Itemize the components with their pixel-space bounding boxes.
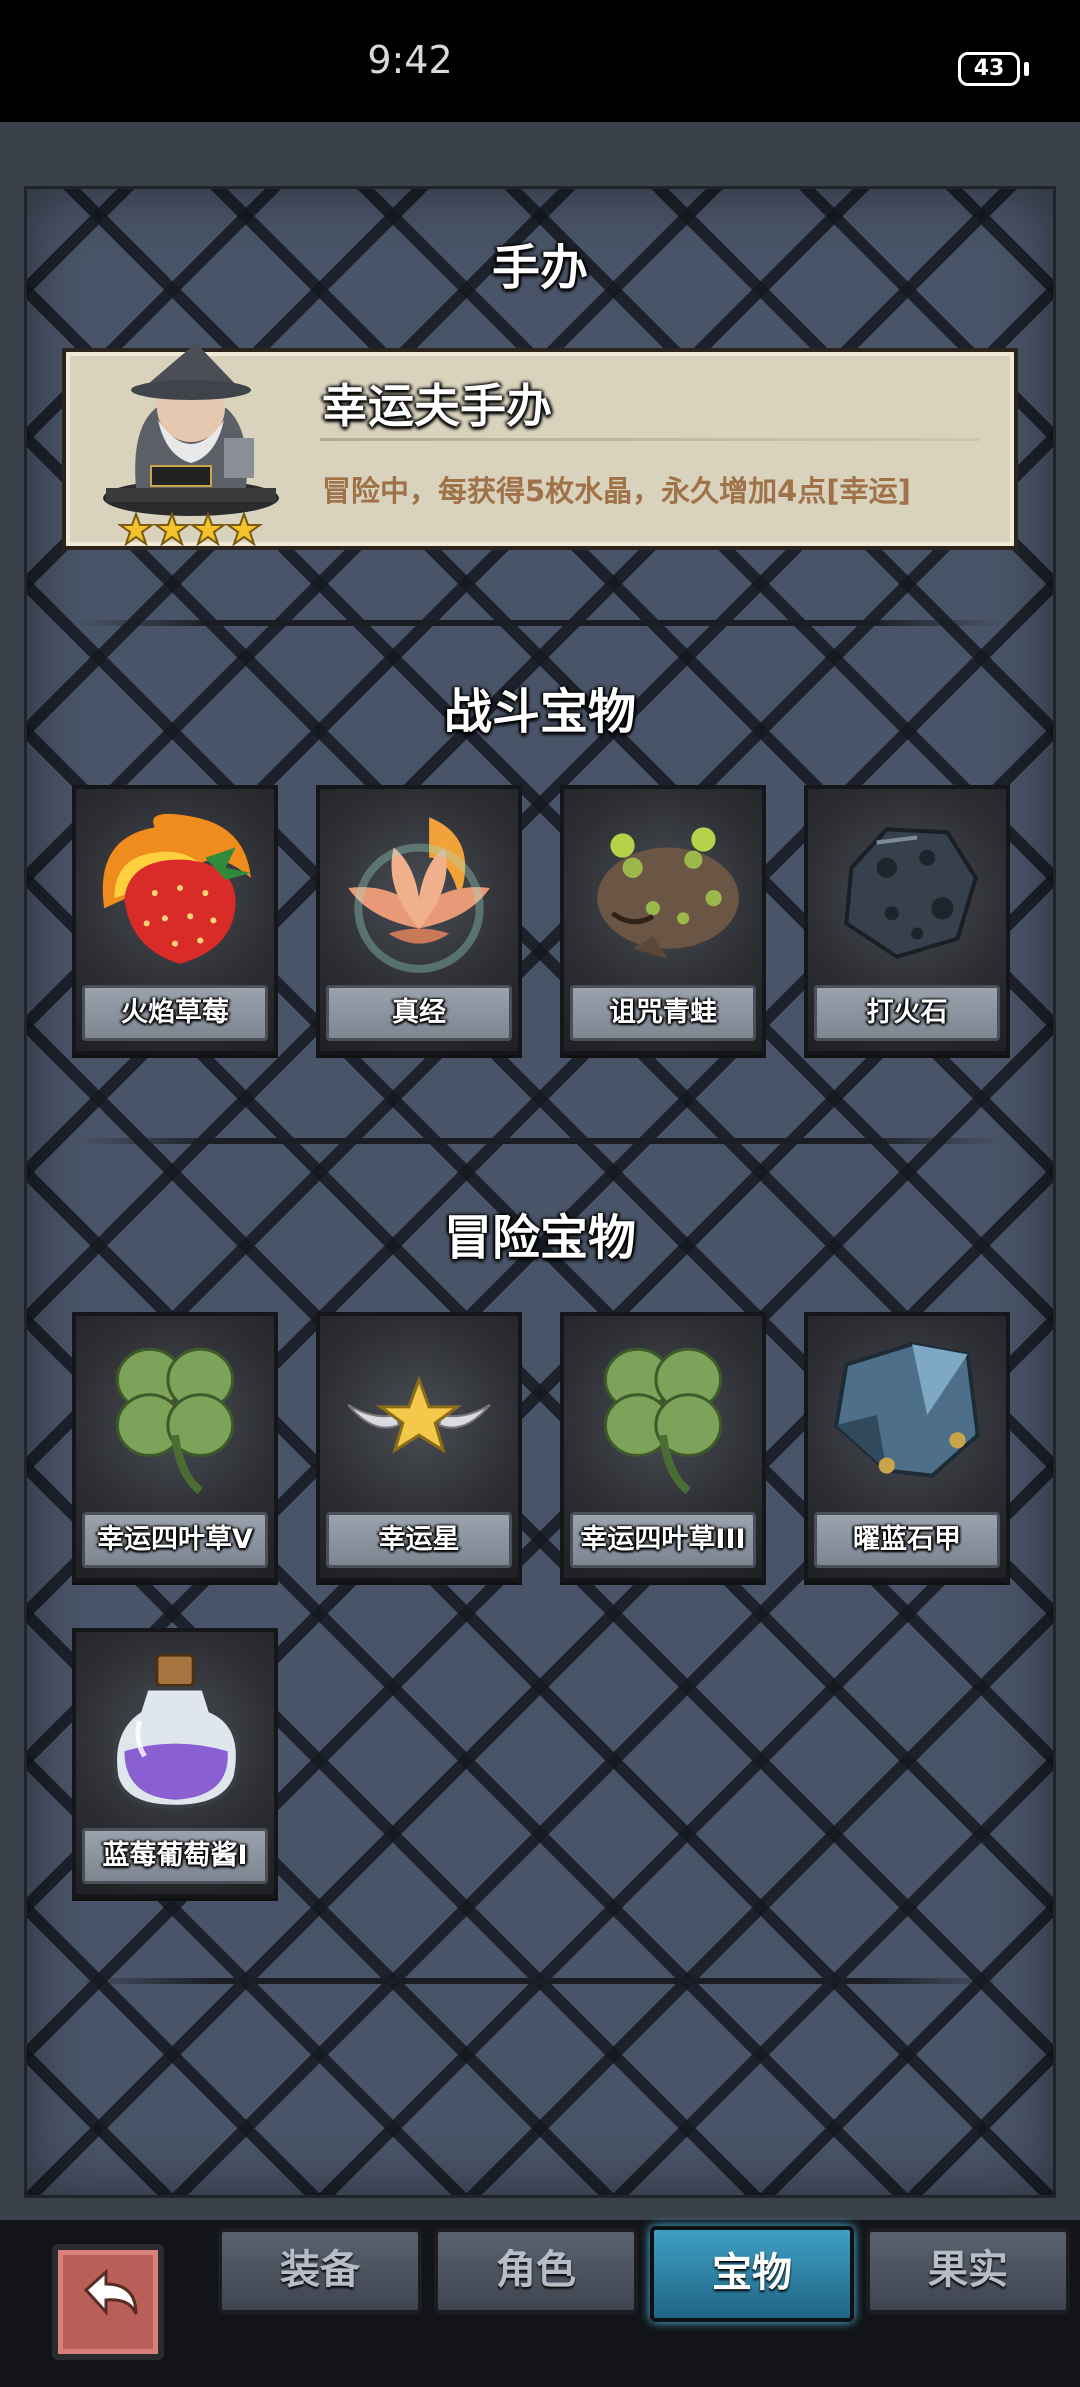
item-card-blueberry-grape-jam[interactable]: 蓝莓葡萄酱I [72,1628,278,1898]
cursed-frog-icon [597,827,739,959]
star-rating [118,512,264,547]
battery-icon: 43 [958,52,1020,86]
item-label: 幸运星 [326,1512,512,1568]
tab-character[interactable]: 角色 [434,2228,638,2314]
battery-tip [1024,62,1029,76]
item-label: 曜蓝石甲 [814,1512,1000,1568]
blue-stone-armor-icon [834,1342,980,1478]
item-card-blue-stone-armor[interactable]: 曜蓝石甲 [804,1312,1010,1582]
adventure-section-title: 冒险宝物 [443,1210,636,1266]
clock: 9:42 [367,38,453,82]
battle-section-title: 战斗宝物 [443,684,636,740]
flame-lotus-icon [348,817,490,973]
item-card-lucky-clover-iii[interactable]: 幸运四叶草III [560,1312,766,1582]
tab-treasure[interactable]: 宝物 [650,2226,854,2322]
tab-fruit[interactable]: 果实 [866,2228,1070,2314]
flaming-strawberry-icon [102,813,251,964]
item-card-cursed-frog[interactable]: 诅咒青蛙 [560,785,766,1055]
purple-potion-bottle-icon [113,1653,240,1809]
item-card-flame-lotus[interactable]: 真经 [316,785,522,1055]
item-label: 幸运四叶草III [570,1512,756,1568]
back-button[interactable] [52,2244,164,2360]
figure-divider [320,438,980,441]
figure-description: 冒险中，每获得5枚水晶，永久增加4点[幸运] [322,474,911,508]
item-card-lucky-star[interactable]: 幸运星 [316,1312,522,1582]
item-label: 幸运四叶草V [82,1512,268,1568]
wizard-figure-icon [103,343,279,516]
item-label: 蓝莓葡萄酱I [82,1828,268,1884]
winged-star-icon [347,1375,491,1454]
section-divider [78,620,1002,626]
item-card-flaming-strawberry[interactable]: 火焰草莓 [72,785,278,1055]
back-arrow-icon [83,2268,138,2316]
tab-equipment[interactable]: 装备 [218,2228,422,2314]
page-title: 手办 [491,240,588,296]
status-bar: 9:42 43 [0,0,1080,122]
four-leaf-clover-icon [115,1347,235,1495]
figure-card[interactable]: 幸运夫手办 冒险中，每获得5枚水晶，永久增加4点[幸运] [62,343,1018,550]
item-label: 真经 [326,985,512,1041]
section-divider [78,1978,1002,1984]
item-label: 打火石 [814,985,1000,1041]
item-label: 火焰草莓 [82,985,268,1041]
four-leaf-clover-icon [603,1347,723,1495]
item-card-flint-stone[interactable]: 打火石 [804,785,1010,1055]
section-divider [78,1138,1002,1144]
item-label: 诅咒青蛙 [570,985,756,1041]
item-card-lucky-clover-v[interactable]: 幸运四叶草V [72,1312,278,1582]
flint-stone-icon [844,827,978,959]
figure-name: 幸运夫手办 [322,379,552,433]
